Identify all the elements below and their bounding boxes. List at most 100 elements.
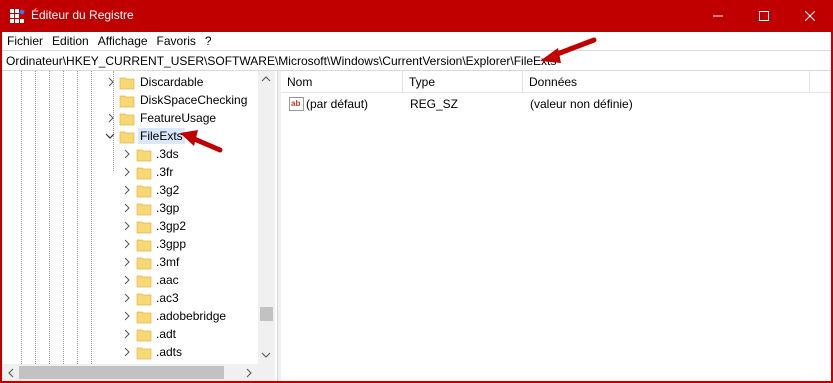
menu-help[interactable]: ? xyxy=(205,34,219,48)
folder-icon xyxy=(136,221,152,234)
chevron-right-icon[interactable] xyxy=(122,275,132,285)
scroll-up-icon[interactable] xyxy=(261,75,271,83)
tree-item-child[interactable]: .3gp xyxy=(2,199,258,217)
folder-icon xyxy=(136,275,152,288)
folder-icon xyxy=(136,167,152,180)
tree-item-label: .3ds xyxy=(156,147,179,161)
scrollbar-thumb[interactable] xyxy=(260,307,273,321)
tree-item-label: .adt xyxy=(156,327,177,341)
tree-item-label: FeatureUsage xyxy=(140,111,217,125)
minimize-button[interactable] xyxy=(695,0,741,32)
tree-item-child[interactable]: .3gpp xyxy=(2,235,258,253)
scrollbar-corner xyxy=(258,364,275,381)
tree-item-featureusage[interactable]: FeatureUsage xyxy=(2,109,258,127)
annotation-arrow-fileexts xyxy=(180,130,223,153)
value-name: (par défaut) xyxy=(306,97,369,111)
folder-icon xyxy=(119,77,135,90)
tree-item-diskspacechecking[interactable]: DiskSpaceChecking xyxy=(2,91,258,109)
tree-item-label: .3fr xyxy=(156,165,174,179)
string-value-icon: ab xyxy=(289,97,304,111)
column-header-donnees[interactable]: Données xyxy=(523,71,810,93)
chevron-down-icon[interactable] xyxy=(105,131,115,141)
menu-edition[interactable]: Edition xyxy=(52,34,96,48)
client-area: Fichier Edition Affichage Favoris ? Ordi… xyxy=(2,32,831,381)
column-header-nom[interactable]: Nom xyxy=(281,71,403,93)
chevron-right-icon[interactable] xyxy=(122,329,132,339)
tree-vertical-scrollbar[interactable] xyxy=(258,71,275,364)
maximize-button[interactable] xyxy=(741,0,787,32)
folder-icon xyxy=(136,293,152,306)
folder-icon xyxy=(136,149,152,162)
values-list[interactable]: Nom Type Données ab (par défaut) REG_SZ … xyxy=(281,71,831,381)
tree-horizontal-scrollbar[interactable] xyxy=(2,364,275,381)
tree-item-child[interactable]: .ac3 xyxy=(2,289,258,307)
tree-item-label: DiskSpaceChecking xyxy=(140,93,248,107)
chevron-right-icon[interactable] xyxy=(122,149,132,159)
tree-item-label: .3gp2 xyxy=(156,219,187,233)
svg-text:ab: ab xyxy=(291,99,300,108)
registry-editor-icon xyxy=(10,9,25,23)
key-tree[interactable]: Discardable DiskSpaceChecking FeatureUsa… xyxy=(2,71,277,381)
annotation-arrow-address xyxy=(540,37,597,63)
window-title: Éditeur du Registre xyxy=(31,8,134,22)
scroll-down-icon[interactable] xyxy=(261,351,271,359)
tree-item-label: .ac3 xyxy=(156,291,179,305)
chevron-right-icon[interactable] xyxy=(122,257,132,267)
folder-open-icon xyxy=(119,131,135,144)
tree-item-label: .3g2 xyxy=(156,183,180,197)
tree-item-label: .adts xyxy=(156,345,183,359)
table-row[interactable]: ab (par défaut) REG_SZ (valeur non défin… xyxy=(281,95,831,113)
folder-icon xyxy=(136,329,152,342)
address-bar[interactable]: Ordinateur\HKEY_CURRENT_USER\SOFTWARE\Mi… xyxy=(2,50,831,71)
menu-favoris[interactable]: Favoris xyxy=(157,34,203,48)
scrollbar-thumb[interactable] xyxy=(19,366,224,379)
chevron-right-icon[interactable] xyxy=(122,311,132,321)
folder-icon xyxy=(136,347,152,360)
tree-item-child[interactable]: .adobebridge xyxy=(2,307,258,325)
address-path: Ordinateur\HKEY_CURRENT_USER\SOFTWARE\Mi… xyxy=(6,54,557,68)
tree-item-child[interactable]: .3gp2 xyxy=(2,217,258,235)
folder-icon xyxy=(136,203,152,216)
tree-item-child[interactable]: .adt xyxy=(2,325,258,343)
menu-affichage[interactable]: Affichage xyxy=(98,34,155,48)
tree-item-child[interactable]: .aac xyxy=(2,271,258,289)
scroll-right-icon[interactable] xyxy=(245,368,253,378)
folder-icon xyxy=(119,113,135,126)
chevron-right-icon[interactable] xyxy=(122,293,132,303)
column-header-type[interactable]: Type xyxy=(403,71,523,93)
folder-icon xyxy=(136,185,152,198)
minimize-icon xyxy=(713,15,723,17)
folder-icon xyxy=(119,95,135,108)
scroll-left-icon[interactable] xyxy=(7,368,15,378)
tree-item-child[interactable]: .3g2 xyxy=(2,181,258,199)
value-type: REG_SZ xyxy=(410,97,459,111)
chevron-right-icon[interactable] xyxy=(122,221,132,231)
chevron-right-icon[interactable] xyxy=(106,113,116,123)
chevron-right-icon[interactable] xyxy=(122,347,132,357)
title-bar[interactable]: Éditeur du Registre xyxy=(0,0,833,32)
tree-item-label: Discardable xyxy=(140,75,204,89)
tree-item-child[interactable]: .adts xyxy=(2,343,258,361)
tree-item-label: .3gpp xyxy=(156,237,187,251)
list-header: Nom Type Données xyxy=(281,71,831,93)
chevron-right-icon[interactable] xyxy=(106,77,116,87)
folder-icon xyxy=(136,257,152,270)
tree-item-child[interactable]: .3mf xyxy=(2,253,258,271)
close-button[interactable] xyxy=(787,0,833,32)
maximize-icon xyxy=(759,11,769,21)
close-icon xyxy=(805,11,815,21)
tree-item-label: .3mf xyxy=(156,255,180,269)
registry-editor-window: Éditeur du Registre Fichier Edition Affi… xyxy=(0,0,833,383)
folder-icon xyxy=(136,239,152,252)
chevron-right-icon[interactable] xyxy=(122,167,132,177)
tree-item-label: .aac xyxy=(156,273,179,287)
tree-item-discardable[interactable]: Discardable xyxy=(2,73,258,91)
folder-icon xyxy=(136,311,152,324)
chevron-right-icon[interactable] xyxy=(122,185,132,195)
menu-fichier[interactable]: Fichier xyxy=(7,34,50,48)
chevron-right-icon[interactable] xyxy=(122,239,132,249)
value-data: (valeur non définie) xyxy=(530,97,633,111)
chevron-right-icon[interactable] xyxy=(122,203,132,213)
tree-item-label: .3gp xyxy=(156,201,180,215)
tree-item-child[interactable]: .3fr xyxy=(2,163,258,181)
